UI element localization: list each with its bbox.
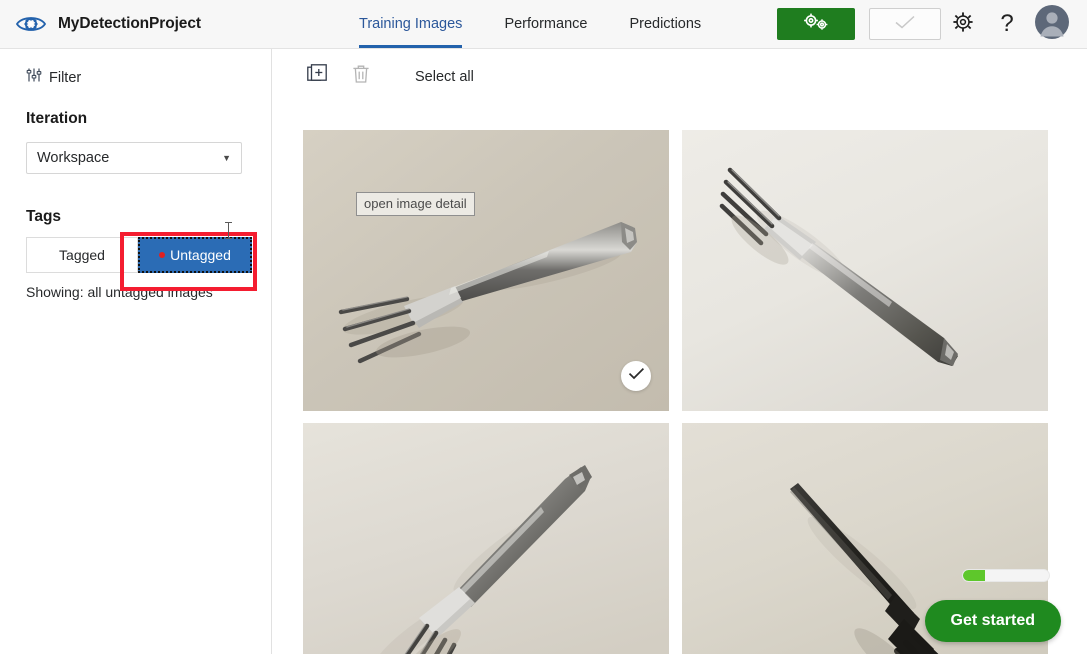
- tag-filter-untagged-label: Untagged: [170, 247, 231, 263]
- onboarding-progress-bar: [962, 569, 1050, 582]
- filter-button[interactable]: Filter: [26, 67, 271, 88]
- question-mark-icon: ?: [1000, 10, 1014, 37]
- showing-status-text: Showing: all untagged images: [26, 284, 213, 300]
- tab-training-images-label: Training Images: [359, 16, 463, 32]
- user-account-button[interactable]: [1029, 2, 1075, 46]
- select-all-label: Select all: [415, 68, 474, 85]
- onboarding-progress-fill: [963, 570, 985, 581]
- tag-filter-untagged[interactable]: Untagged: [138, 237, 252, 273]
- add-images-button[interactable]: [295, 55, 339, 99]
- delete-images-button[interactable]: [339, 55, 383, 99]
- iteration-select-value: Workspace: [37, 150, 110, 166]
- checkmark-icon: [628, 367, 645, 385]
- tags-header: Tags: [26, 208, 271, 226]
- tab-training-images[interactable]: Training Images: [338, 0, 483, 48]
- tags-heading: Tags: [26, 208, 62, 225]
- tab-predictions[interactable]: Predictions: [608, 0, 722, 48]
- tab-predictions-label: Predictions: [629, 16, 702, 32]
- quick-test-button[interactable]: [869, 8, 941, 40]
- main-nav-tabs: Training Images Performance Predictions: [338, 0, 722, 48]
- left-sidebar: Filter Iteration Workspace ▼ Tags Tagged…: [0, 49, 272, 654]
- add-images-icon: [307, 64, 327, 89]
- gallery-toolbar: Select all: [273, 49, 1087, 104]
- avatar: [1035, 4, 1069, 44]
- train-button[interactable]: [777, 8, 855, 40]
- trash-icon: [352, 64, 370, 89]
- gears-icon: [799, 12, 833, 37]
- tag-filter-tagged-label: Tagged: [59, 247, 105, 263]
- app-root: MyDetectionProject Training Images Perfo…: [0, 0, 1087, 654]
- image-card-3[interactable]: [303, 423, 669, 654]
- filter-label: Filter: [49, 69, 82, 86]
- checkmark-icon: [894, 14, 916, 35]
- eye-icon: [14, 7, 48, 41]
- image-card-1[interactable]: open image detail: [303, 130, 669, 411]
- tab-performance-label: Performance: [504, 16, 588, 32]
- tag-filter-toggle-group: Tagged Untagged: [26, 237, 252, 273]
- get-started-label: Get started: [950, 612, 1035, 629]
- sliders-icon: [26, 67, 42, 88]
- select-all-button[interactable]: Select all: [415, 69, 474, 85]
- tag-filter-tagged[interactable]: Tagged: [26, 237, 138, 273]
- image-card-2[interactable]: [682, 130, 1048, 411]
- gear-icon: [952, 11, 974, 38]
- iteration-select[interactable]: Workspace ▼: [26, 142, 242, 174]
- training-image-3: [303, 423, 669, 654]
- training-image-2: [682, 130, 1048, 411]
- header-actions: ?: [777, 2, 1087, 46]
- top-header-bar: MyDetectionProject Training Images Perfo…: [0, 0, 1087, 49]
- help-button[interactable]: ?: [985, 2, 1029, 46]
- get-started-button[interactable]: Get started: [924, 600, 1061, 642]
- tab-performance[interactable]: Performance: [483, 0, 608, 48]
- untagged-dot-icon: [159, 252, 166, 258]
- image-tooltip: open image detail: [356, 192, 475, 216]
- iteration-heading: Iteration: [26, 110, 88, 127]
- training-image-1: [303, 130, 669, 411]
- project-title: MyDetectionProject: [58, 15, 201, 32]
- main-content: Select all open image detail Get started: [273, 49, 1087, 654]
- chevron-down-icon: ▼: [222, 153, 231, 163]
- settings-button[interactable]: [941, 2, 985, 46]
- image-selected-badge[interactable]: [621, 361, 651, 391]
- brand-area[interactable]: MyDetectionProject: [0, 0, 272, 48]
